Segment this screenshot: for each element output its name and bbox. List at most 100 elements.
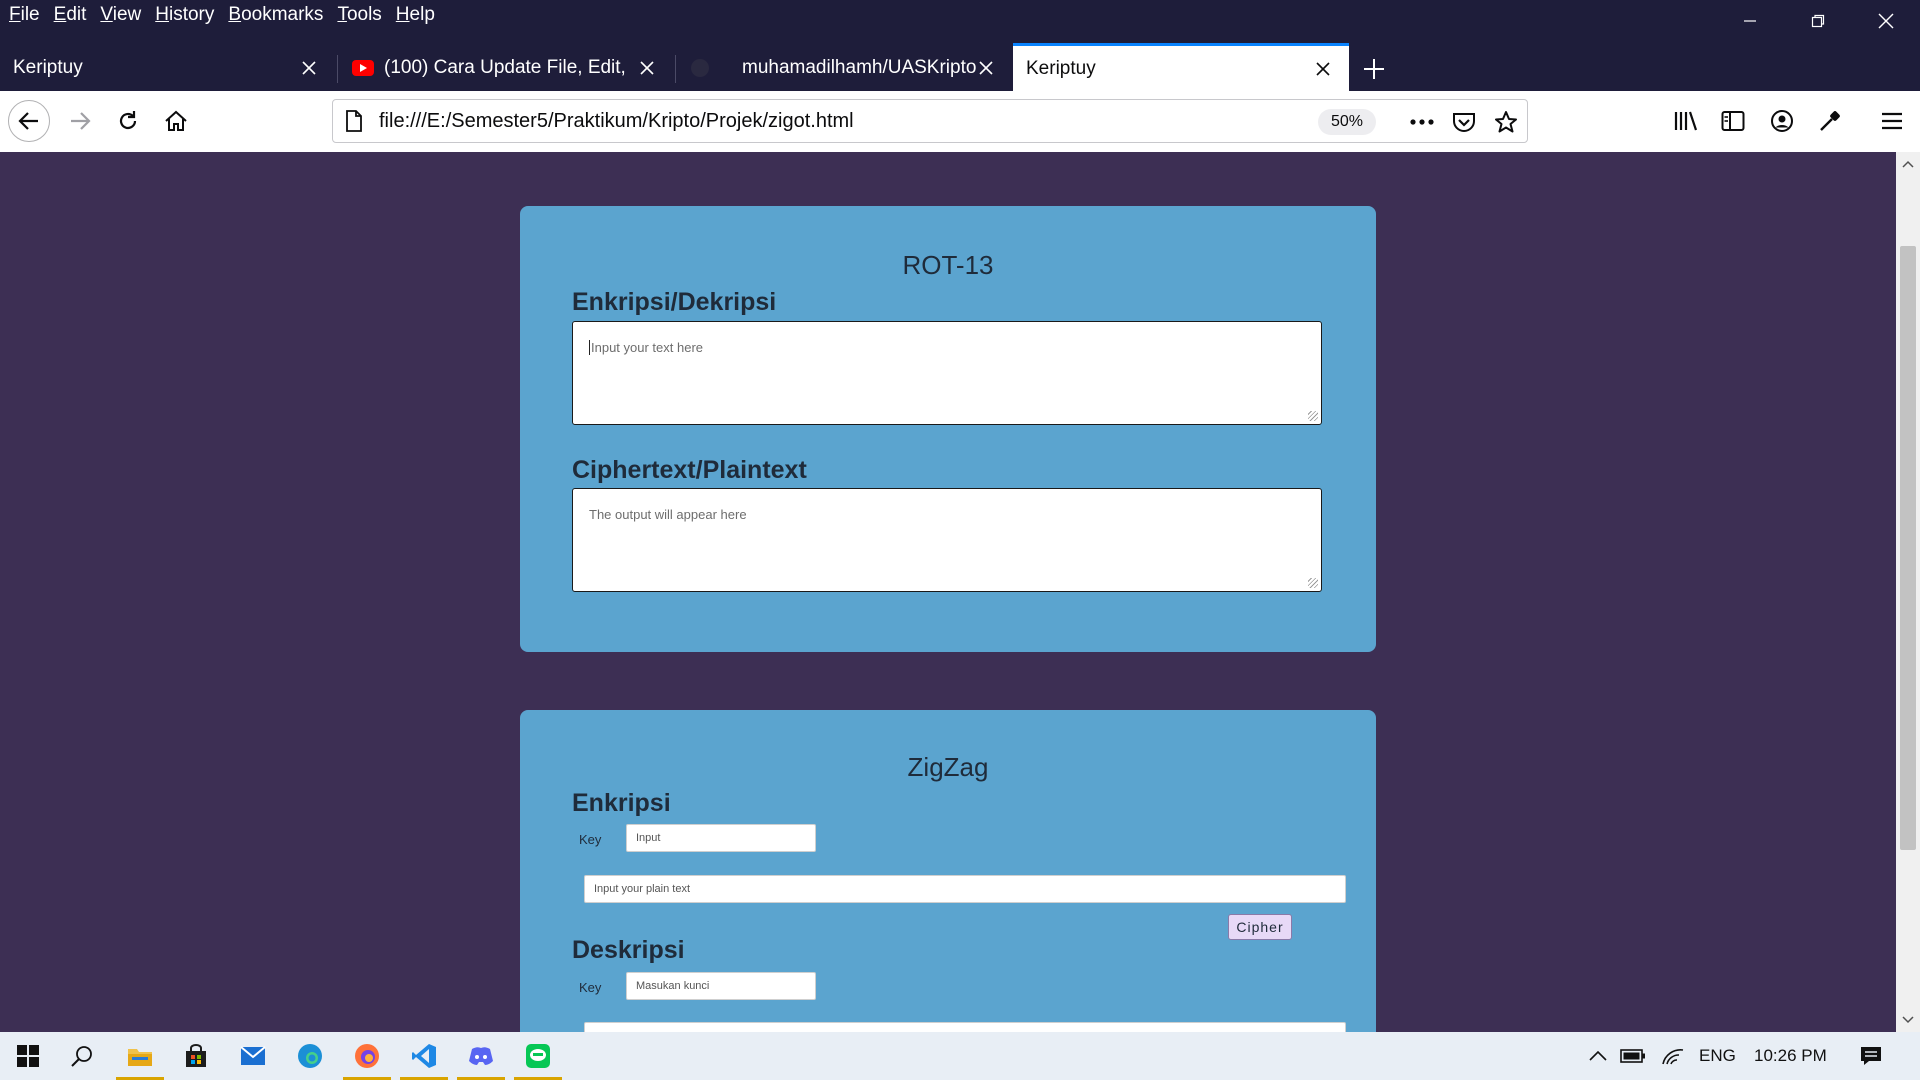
hamburger-icon xyxy=(1882,112,1902,130)
edge-taskbar-button[interactable] xyxy=(282,1032,338,1080)
mail-taskbar-button[interactable] xyxy=(225,1032,281,1080)
plain-text-placeholder: Input your plain text xyxy=(594,883,691,895)
rot13-input-textarea[interactable]: Input your text here xyxy=(572,321,1322,425)
chevron-down-icon xyxy=(1902,1016,1914,1024)
tab-close-button[interactable] xyxy=(635,56,659,80)
github-icon xyxy=(691,59,709,77)
menu-edit[interactable]: Edit xyxy=(54,4,87,26)
close-icon xyxy=(1316,62,1330,76)
mail-icon xyxy=(240,1046,266,1065)
store-bag-icon xyxy=(186,1044,206,1067)
close-icon xyxy=(640,61,654,75)
close-icon xyxy=(302,61,316,75)
tab-keriptuy-1[interactable]: Keriptuy xyxy=(0,45,335,91)
firefox-taskbar-button[interactable] xyxy=(339,1032,395,1080)
minimize-button[interactable] xyxy=(1716,0,1784,42)
menu-bookmarks[interactable]: Bookmarks xyxy=(228,4,323,26)
file-explorer-taskbar-button[interactable] xyxy=(112,1032,168,1080)
encrypt-key-placeholder: Input xyxy=(636,832,661,844)
app-menu-button[interactable] xyxy=(1874,103,1910,139)
encrypt-key-input[interactable]: Input xyxy=(626,824,816,852)
cipher-button[interactable]: Cipher xyxy=(1228,914,1292,940)
tab-close-button[interactable] xyxy=(297,56,321,80)
input-language[interactable]: ENG xyxy=(1699,1046,1736,1066)
vscode-taskbar-button[interactable] xyxy=(396,1032,452,1080)
sidebar-icon xyxy=(1721,111,1745,131)
tab-label: Keriptuy xyxy=(1026,57,1096,79)
account-button[interactable] xyxy=(1764,103,1800,139)
home-icon xyxy=(165,110,187,131)
discord-taskbar-button[interactable] xyxy=(453,1032,509,1080)
start-button[interactable] xyxy=(0,1032,56,1080)
tab-youtube[interactable]: (100) Cara Update File, Edit, Del xyxy=(338,45,673,91)
menu-tools[interactable]: Tools xyxy=(337,4,381,26)
back-button[interactable] xyxy=(8,100,50,142)
menu-view[interactable]: View xyxy=(100,4,141,26)
page-actions-button[interactable] xyxy=(1408,108,1436,136)
store-taskbar-button[interactable] xyxy=(168,1032,224,1080)
arrow-right-icon xyxy=(71,112,91,130)
menu-file[interactable]: File xyxy=(9,4,40,26)
restore-icon xyxy=(1811,14,1825,28)
plain-text-input[interactable]: Input your plain text xyxy=(584,875,1346,903)
battery-icon xyxy=(1620,1049,1645,1063)
rot13-output-textarea[interactable]: The output will appear here xyxy=(572,488,1322,592)
scrollbar-thumb[interactable] xyxy=(1900,246,1916,850)
decrypt-key-input[interactable]: Masukan kunci xyxy=(626,972,816,1000)
action-center-button[interactable] xyxy=(1843,1032,1899,1080)
tab-label: muhamadilhamh/UASKripto xyxy=(742,57,977,78)
sidebar-button[interactable] xyxy=(1715,103,1751,139)
url-text: file:///E:/Semester5/Praktikum/Kripto/Pr… xyxy=(379,110,854,132)
decrypt-key-placeholder: Masukan kunci xyxy=(636,980,710,992)
resize-grip-icon[interactable] xyxy=(1308,411,1318,421)
navigation-toolbar: file:///E:/Semester5/Praktikum/Kripto/Pr… xyxy=(0,91,1920,153)
browser-chrome: File Edit View History Bookmarks Tools H… xyxy=(0,0,1920,153)
network-button[interactable] xyxy=(1648,1032,1698,1080)
tab-github[interactable]: muhamadilhamh/UASKripto xyxy=(676,45,1012,91)
menu-help[interactable]: Help xyxy=(396,4,435,26)
eyedropper-button[interactable] xyxy=(1812,103,1848,139)
rot13-output-label: Ciphertext/Plaintext xyxy=(572,456,807,484)
chevron-up-icon xyxy=(1902,160,1914,168)
rot13-title: ROT-13 xyxy=(902,250,994,280)
clock[interactable]: 10:26 PM xyxy=(1754,1046,1827,1066)
cipher-text-input[interactable] xyxy=(584,1022,1346,1032)
menu-history[interactable]: History xyxy=(155,4,214,26)
restore-button[interactable] xyxy=(1784,0,1852,42)
line-app-icon xyxy=(526,1044,550,1068)
scroll-down-button[interactable] xyxy=(1896,1010,1920,1030)
vertical-scrollbar[interactable] xyxy=(1896,152,1920,1032)
pocket-button[interactable] xyxy=(1450,108,1478,136)
tab-close-button[interactable] xyxy=(974,56,998,80)
search-button[interactable] xyxy=(54,1032,110,1080)
page-icon xyxy=(346,110,362,132)
close-icon xyxy=(1878,13,1894,29)
zigzag-encrypt-label: Enkripsi xyxy=(572,789,671,817)
tab-keriptuy-active[interactable]: Keriptuy xyxy=(1013,43,1349,91)
youtube-icon xyxy=(352,60,374,76)
home-button[interactable] xyxy=(158,103,194,139)
plus-icon xyxy=(1364,59,1384,79)
zoom-level-badge[interactable]: 50% xyxy=(1318,109,1376,135)
star-icon xyxy=(1495,111,1517,133)
new-tab-button[interactable] xyxy=(1360,55,1388,83)
windows-icon xyxy=(17,1045,39,1067)
discord-icon xyxy=(469,1047,493,1065)
close-window-button[interactable] xyxy=(1852,0,1920,42)
scroll-up-button[interactable] xyxy=(1896,154,1920,174)
address-bar[interactable]: file:///E:/Semester5/Praktikum/Kripto/Pr… xyxy=(332,99,1528,143)
bookmark-star-button[interactable] xyxy=(1492,108,1520,136)
library-button[interactable] xyxy=(1668,103,1704,139)
rot13-input-label: Enkripsi/Dekripsi xyxy=(572,288,777,316)
resize-grip-icon[interactable] xyxy=(1308,578,1318,588)
folder-icon xyxy=(128,1049,152,1066)
encrypt-key-label: Key xyxy=(579,832,602,847)
reload-button[interactable] xyxy=(110,103,146,139)
edge-icon xyxy=(298,1044,322,1068)
eyedropper-icon xyxy=(1820,111,1840,131)
tab-close-button[interactable] xyxy=(1311,57,1335,81)
forward-button[interactable] xyxy=(62,103,98,139)
arrow-left-icon xyxy=(18,112,38,130)
line-taskbar-button[interactable] xyxy=(510,1032,566,1080)
menu-bar: File Edit View History Bookmarks Tools H… xyxy=(0,0,1920,30)
